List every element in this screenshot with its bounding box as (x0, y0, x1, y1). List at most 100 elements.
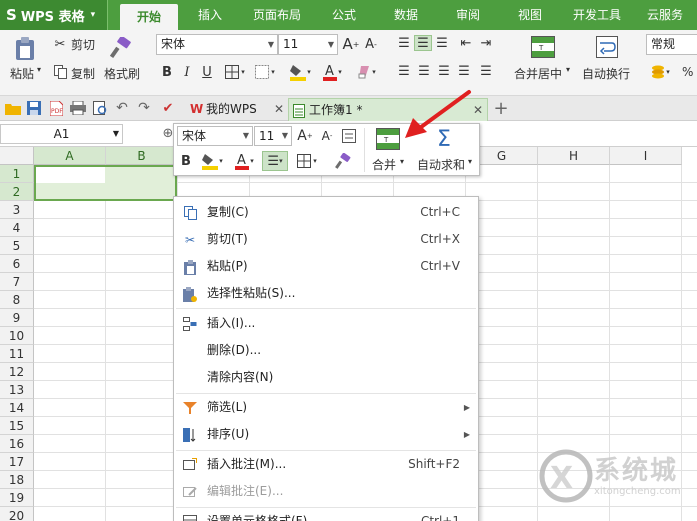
distributed-icon[interactable]: ☰ (478, 64, 494, 79)
format-painter-button[interactable]: 格式刷 (104, 65, 140, 82)
align-right-icon[interactable]: ☰ (436, 64, 452, 79)
row-header[interactable]: 18 (0, 471, 34, 489)
chevron-down-icon[interactable]: ▾ (468, 157, 472, 166)
row-header[interactable]: 20 (0, 507, 34, 521)
italic-icon[interactable]: I (178, 63, 196, 81)
wrap-text-icon[interactable] (594, 34, 620, 60)
number-format-select[interactable]: 常规 (646, 34, 697, 55)
font-color-icon[interactable]: A ▾ (230, 151, 258, 171)
tab-data[interactable]: 数据 (388, 0, 424, 30)
menu-item-clear-contents[interactable]: 清除内容(N) (174, 364, 478, 391)
tab-my-wps[interactable]: W 我的WPS ✕ (186, 98, 288, 121)
select-all-corner[interactable] (0, 147, 34, 165)
indent-decrease-icon[interactable]: ⇤ (458, 36, 474, 51)
pdf-export-icon[interactable]: PDF (48, 100, 64, 116)
bold-icon[interactable]: B (158, 63, 176, 81)
paste-icon[interactable] (12, 36, 38, 62)
row-header[interactable]: 16 (0, 435, 34, 453)
justify-icon[interactable]: ☰ (456, 64, 472, 79)
autosum-button[interactable]: 自动求和 (417, 156, 465, 173)
format-painter-icon[interactable] (334, 151, 352, 171)
align-center-icon[interactable]: ☰ (416, 64, 432, 79)
row-header[interactable]: 9 (0, 309, 34, 327)
fill-color-icon[interactable]: ▾ (198, 151, 226, 171)
menu-item-copy[interactable]: 复制(C) Ctrl+C (174, 199, 478, 226)
app-menu-button[interactable]: S WPS 表格 ▾ (0, 0, 108, 30)
font-name-select[interactable]: 宋体 ▼ (156, 34, 278, 55)
menu-item-insert-comment[interactable]: 插入批注(M)... Shift+F2 (174, 451, 478, 478)
menu-item-filter[interactable]: 筛选(L) ▶ (174, 394, 478, 421)
tab-cloud[interactable]: 云服务 (640, 0, 690, 30)
chevron-down-icon[interactable]: ▾ (566, 65, 570, 74)
tab-page-layout[interactable]: 页面布局 (248, 0, 306, 30)
name-box[interactable]: A1 ▼ (0, 124, 123, 144)
row-header[interactable]: 13 (0, 381, 34, 399)
cell-style-icon[interactable]: ▾ (252, 63, 278, 81)
row-header[interactable]: 8 (0, 291, 34, 309)
row-header[interactable]: 14 (0, 399, 34, 417)
column-header[interactable]: H (538, 147, 610, 165)
menu-item-format-cells[interactable]: 设置单元格格式(F)... Ctrl+1 (174, 508, 478, 521)
menu-item-insert[interactable]: 插入(I)... (174, 310, 478, 337)
borders-icon[interactable]: ▾ (222, 63, 248, 81)
currency-icon[interactable]: ▾ (648, 63, 672, 81)
format-painter-icon[interactable] (108, 35, 134, 61)
font-size-select[interactable]: 11 ▼ (278, 34, 338, 55)
column-header[interactable]: I (610, 147, 682, 165)
fill-color-icon[interactable]: ▾ (286, 61, 314, 83)
cell-format-icon[interactable] (340, 127, 358, 145)
undo-icon[interactable]: ↶ (114, 100, 130, 116)
row-header[interactable]: 12 (0, 363, 34, 381)
menu-item-cut[interactable]: ✂ 剪切(T) Ctrl+X (174, 226, 478, 253)
row-header[interactable]: 3 (0, 201, 34, 219)
tab-insert[interactable]: 插入 (190, 0, 230, 30)
copy-button[interactable]: 复制 (71, 65, 95, 82)
close-icon[interactable]: ✕ (274, 98, 284, 120)
clear-format-icon[interactable]: ▾ (352, 61, 380, 83)
wrap-text-button[interactable]: 自动换行 (582, 65, 630, 82)
merge-center-button[interactable]: 合并居中 (514, 65, 562, 82)
paste-button[interactable]: 粘贴 (10, 65, 34, 82)
mini-font-name-select[interactable]: 宋体 ▼ (177, 126, 253, 146)
menu-item-paste[interactable]: 粘贴(P) Ctrl+V (174, 253, 478, 280)
customize-quick-access-icon[interactable]: ✔ (160, 100, 176, 116)
folder-icon[interactable] (4, 100, 22, 116)
font-color-icon[interactable]: A ▾ (318, 61, 346, 83)
row-header[interactable]: 5 (0, 237, 34, 255)
merge-center-icon[interactable]: T (530, 34, 556, 60)
row-header[interactable]: 7 (0, 273, 34, 291)
row-header[interactable]: 10 (0, 327, 34, 345)
align-bottom-icon[interactable]: ☰ (434, 36, 450, 51)
mini-font-size-select[interactable]: 11 ▼ (254, 126, 292, 146)
active-cell-a1[interactable] (36, 167, 105, 183)
increase-font-icon[interactable]: A + (296, 127, 314, 145)
merge-button[interactable]: 合并 (372, 156, 396, 173)
tab-developer[interactable]: 开发工具 (566, 0, 628, 30)
tab-view[interactable]: 视图 (512, 0, 548, 30)
chevron-down-icon[interactable]: ▾ (400, 157, 404, 166)
column-header[interactable]: A (34, 147, 106, 165)
chevron-down-icon[interactable]: ▾ (37, 65, 41, 74)
row-header[interactable]: 11 (0, 345, 34, 363)
new-tab-plus-icon[interactable]: + (492, 98, 510, 119)
align-top-icon[interactable]: ☰ (396, 36, 412, 51)
tab-formulas[interactable]: 公式 (326, 0, 362, 30)
align-left-icon[interactable]: ☰ (396, 64, 412, 79)
align-center-icon[interactable]: ☰ ▾ (262, 151, 288, 171)
percent-button[interactable]: % (682, 65, 693, 79)
column-header[interactable]: B (106, 147, 178, 165)
redo-icon[interactable]: ↷ (136, 100, 152, 116)
decrease-font-icon[interactable]: A- (362, 35, 380, 53)
menu-item-sort[interactable]: 排序(U) ▶ (174, 421, 478, 448)
save-icon[interactable] (26, 100, 42, 116)
tab-home[interactable]: 开始 (120, 4, 178, 30)
row-header[interactable]: 2 (0, 183, 34, 201)
borders-icon[interactable]: ▾ (294, 151, 320, 171)
tab-review[interactable]: 审阅 (450, 0, 486, 30)
cut-button[interactable]: 剪切 (71, 36, 95, 53)
bold-icon[interactable]: B (177, 152, 195, 170)
row-header[interactable]: 1 (0, 165, 34, 183)
menu-item-paste-special[interactable]: 选择性粘贴(S)... (174, 280, 478, 307)
indent-increase-icon[interactable]: ⇥ (478, 36, 494, 51)
row-header[interactable]: 17 (0, 453, 34, 471)
